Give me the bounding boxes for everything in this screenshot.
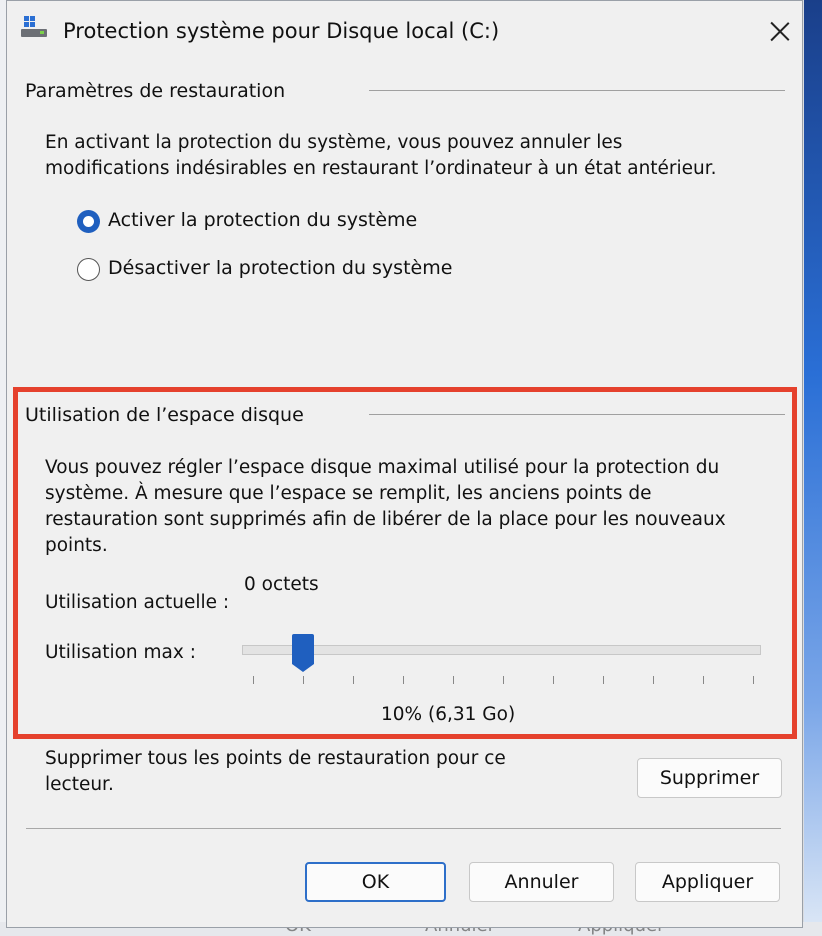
annotation-highlight-box: [13, 387, 797, 739]
title-bar: Protection système pour Disque local (C:…: [7, 1, 802, 63]
cancel-button[interactable]: Annuler: [469, 862, 614, 902]
footer-separator: [26, 828, 781, 829]
desktop-wallpaper: [804, 0, 822, 936]
restore-settings-description: En activant la protection du système, vo…: [45, 132, 717, 179]
group-divider: [369, 90, 785, 91]
dialog-title: Protection système pour Disque local (C:…: [63, 19, 500, 43]
restore-settings-heading: Paramètres de restauration: [25, 80, 286, 102]
apply-button[interactable]: Appliquer: [635, 862, 780, 902]
radio-label: Désactiver la protection du système: [108, 257, 453, 279]
system-protection-drive-icon: [21, 16, 49, 38]
delete-points-description: Supprimer tous les points de restauratio…: [45, 748, 506, 795]
close-icon[interactable]: [762, 11, 798, 51]
delete-restore-points-button[interactable]: Supprimer: [637, 758, 782, 798]
radio-unselected-indicator: [77, 258, 100, 281]
radio-label: Activer la protection du système: [108, 209, 418, 231]
ok-button[interactable]: OK: [305, 862, 446, 902]
radio-selected-indicator: [77, 210, 100, 233]
